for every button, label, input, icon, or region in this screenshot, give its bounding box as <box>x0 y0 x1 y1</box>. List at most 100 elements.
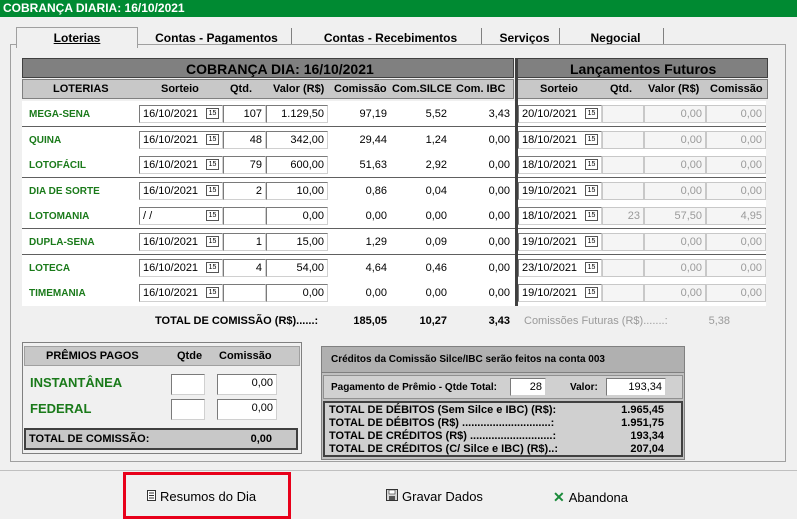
comissao-value: 29,44 <box>359 134 387 146</box>
lottery-row: DUPLA-SENA 16/10/2021 15 1 15,00 1,29 0,09 0,00… <box>22 229 766 255</box>
premios-total-row: TOTAL DE COMISSÃO: 0,00 <box>24 428 298 450</box>
future-comissao-field[interactable]: 0,00 <box>706 105 766 123</box>
calendar-icon[interactable]: 15 <box>585 108 598 119</box>
lottery-row: LOTOFÁCIL 16/10/2021 15 79 600,00 51,63 2,92 0,… <box>22 152 766 178</box>
future-valor-field[interactable]: 0,00 <box>644 259 706 277</box>
future-qtd-field[interactable]: 23 <box>602 207 644 225</box>
total-comissao-value: 185,05 <box>353 315 387 327</box>
silce-value: 0,09 <box>425 236 447 248</box>
lottery-row: QUINA 16/10/2021 15 48 342,00 29,44 1,24 0,00 18… <box>22 127 766 153</box>
comissao-value: 51,63 <box>359 159 387 171</box>
premio-federal-qtde[interactable] <box>171 399 205 420</box>
total-silce-value: 10,27 <box>419 315 447 327</box>
premio-instantanea-qtde[interactable] <box>171 374 205 395</box>
future-comissao-field[interactable]: 0,00 <box>706 284 766 302</box>
calendar-icon[interactable]: 15 <box>206 108 219 119</box>
silce-value: 0,04 <box>425 185 447 197</box>
future-comissao-field[interactable]: 0,00 <box>706 182 766 200</box>
lottery-name: DIA DE SORTE <box>29 186 100 197</box>
calendar-icon[interactable]: 15 <box>585 210 598 221</box>
future-qtd-field[interactable] <box>602 131 644 149</box>
premio-federal-comissao[interactable]: 0,00 <box>217 399 277 420</box>
valor-field[interactable]: 0,00 <box>266 207 328 225</box>
future-comissao-field[interactable]: 4,95 <box>706 207 766 225</box>
premios-header: PRÊMIOS PAGOS Qtde Comissão <box>24 346 300 366</box>
calendar-icon[interactable]: 15 <box>206 287 219 298</box>
future-qtd-field[interactable] <box>602 233 644 251</box>
qtd-field[interactable]: 48 <box>223 131 266 149</box>
premios-total-label: TOTAL DE COMISSÃO: <box>29 433 150 445</box>
lottery-name: QUINA <box>29 135 62 146</box>
calendar-icon[interactable]: 15 <box>585 287 598 298</box>
future-comissao-field[interactable]: 0,00 <box>706 131 766 149</box>
calendar-icon[interactable]: 15 <box>585 185 598 196</box>
pagamento-valor-field[interactable]: 193,34 <box>606 378 666 396</box>
calendar-icon[interactable]: 15 <box>206 262 219 273</box>
qtd-field[interactable] <box>223 284 266 302</box>
abandona-button[interactable]: ✕ Abandona <box>553 489 628 506</box>
future-valor-field[interactable]: 0,00 <box>644 105 706 123</box>
valor-field[interactable]: 0,00 <box>266 284 328 302</box>
calendar-icon[interactable]: 15 <box>585 134 598 145</box>
future-valor-field[interactable]: 0,00 <box>644 156 706 174</box>
future-qtd-field[interactable] <box>602 284 644 302</box>
future-valor-field[interactable]: 0,00 <box>644 182 706 200</box>
future-qtd-field[interactable] <box>602 156 644 174</box>
future-comissao-field[interactable]: 0,00 <box>706 156 766 174</box>
valor-field[interactable]: 1.129,50 <box>266 105 328 123</box>
ibc-value: 0,00 <box>488 134 510 146</box>
lottery-name: TIMEMANIA <box>29 288 86 299</box>
future-valor-field[interactable]: 57,50 <box>644 207 706 225</box>
comissao-value: 1,29 <box>365 236 387 248</box>
comissoes-futuras-label: Comissões Futuras (R$).......: <box>524 315 668 327</box>
pagamento-label: Pagamento de Prêmio - Qtde Total: <box>331 382 497 393</box>
future-qtd-field[interactable] <box>602 105 644 123</box>
qtd-field[interactable]: 1 <box>223 233 266 251</box>
valor-field[interactable]: 600,00 <box>266 156 328 174</box>
comissao-value: 0,00 <box>365 210 387 222</box>
calendar-icon[interactable]: 15 <box>206 134 219 145</box>
calendar-icon[interactable]: 15 <box>206 236 219 247</box>
ibc-value: 0,00 <box>488 262 510 274</box>
col-valor: Valor (R$) <box>273 83 325 95</box>
calendar-icon[interactable]: 15 <box>206 185 219 196</box>
qtd-field[interactable]: 4 <box>223 259 266 277</box>
col-loterias: LOTERIAS <box>53 83 109 95</box>
calendar-icon[interactable]: 15 <box>585 159 598 170</box>
save-icon <box>386 489 398 504</box>
gravar-dados-button[interactable]: Gravar Dados <box>386 489 483 504</box>
qtd-field[interactable]: 107 <box>223 105 266 123</box>
future-valor-field[interactable]: 0,00 <box>644 131 706 149</box>
column-header-row: LOTERIAS Sorteio Qtd. Valor (R$) Comissã… <box>22 79 514 99</box>
future-valor-field[interactable]: 0,00 <box>644 233 706 251</box>
calendar-icon[interactable]: 15 <box>585 262 598 273</box>
futuros-title: Lançamentos Futuros <box>570 61 717 77</box>
calendar-icon[interactable]: 15 <box>206 159 219 170</box>
valor-field[interactable]: 10,00 <box>266 182 328 200</box>
lottery-row: LOTOMANIA / /15 0,00 0,00 0,00 0,00 18/10/202… <box>22 203 766 229</box>
fcol-qtd: Qtd. <box>610 83 632 95</box>
future-comissao-field[interactable]: 0,00 <box>706 259 766 277</box>
valor-field[interactable]: 342,00 <box>266 131 328 149</box>
future-valor-field[interactable]: 0,00 <box>644 284 706 302</box>
col-com-ibc: Com. IBC <box>456 83 506 95</box>
summary-note: Créditos da Comissão Silce/IBC serão fei… <box>331 354 605 365</box>
future-qtd-field[interactable] <box>602 182 644 200</box>
qtd-field[interactable]: 79 <box>223 156 266 174</box>
future-comissao-field[interactable]: 0,00 <box>706 233 766 251</box>
tab-loterias[interactable]: Loterias <box>16 27 138 48</box>
premio-instantanea-comissao[interactable]: 0,00 <box>217 374 277 395</box>
qtd-field[interactable] <box>223 207 266 225</box>
future-qtd-field[interactable] <box>602 259 644 277</box>
valor-field[interactable]: 15,00 <box>266 233 328 251</box>
valor-field[interactable]: 54,00 <box>266 259 328 277</box>
qtd-field[interactable]: 2 <box>223 182 266 200</box>
lottery-row: TIMEMANIA 16/10/2021 15 0,00 0,00 0,00 0,00 19/… <box>22 280 766 306</box>
lottery-row: DIA DE SORTE 16/10/2021 15 2 10,00 0,86 0,04 0,… <box>22 178 766 204</box>
fcol-comissao: Comissão <box>710 83 763 95</box>
calendar-icon[interactable]: 15 <box>206 210 219 221</box>
calendar-icon[interactable]: 15 <box>585 236 598 247</box>
ibc-value: 0,00 <box>488 287 510 299</box>
silce-value: 2,92 <box>425 159 447 171</box>
pagamento-qtde-field[interactable]: 28 <box>510 378 546 396</box>
